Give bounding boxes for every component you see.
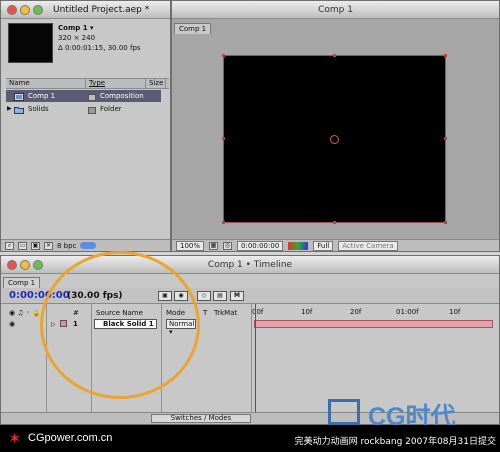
ruler-tick: 00f — [252, 308, 264, 316]
comp-info-size: 320 × 240 — [58, 34, 96, 42]
highlight-circle — [40, 251, 200, 399]
current-time-indicator[interactable] — [255, 304, 256, 412]
comp-thumbnail — [8, 23, 53, 63]
ruler-tick: 10f — [301, 308, 313, 316]
ruler-tick: 20f — [350, 308, 362, 316]
project-item-comp-type: Composition — [100, 92, 144, 100]
minimize-button[interactable] — [20, 5, 30, 15]
time-ruler[interactable]: 00f 10f 20f 01:00f 10f — [252, 304, 499, 320]
comp-info-duration: Δ 0:00:01:15, 30.00 fps — [58, 44, 141, 52]
motion-blur-icon[interactable]: M — [230, 291, 244, 301]
handle-bottom-mid[interactable] — [333, 221, 336, 224]
frame-blend-icon[interactable]: ▤ — [213, 291, 227, 301]
cg-logo-mark — [328, 399, 360, 425]
column-size[interactable]: Size — [146, 79, 166, 88]
label-swatch[interactable] — [88, 94, 96, 101]
project-item-comp-name: Comp 1 — [28, 92, 56, 100]
handle-bottom-left[interactable] — [222, 221, 225, 224]
ruler-tick: 01:00f — [396, 308, 419, 316]
safe-zones-icon[interactable]: ▦ — [209, 241, 219, 250]
layer-duration-bar[interactable] — [254, 320, 493, 328]
shy-icon[interactable]: ◇ — [197, 291, 211, 301]
comp-titlebar[interactable]: Comp 1 — [172, 1, 499, 19]
scroll-thumb[interactable] — [80, 242, 97, 249]
handle-top-mid[interactable] — [333, 54, 336, 57]
comp-title: Comp 1 — [318, 5, 353, 15]
column-trkmat[interactable]: TrkMat — [214, 309, 237, 317]
snapshot-icon[interactable]: ◎ — [223, 241, 233, 250]
project-footer: ⌕ ▭ ▣ ✕ 8 bpc — [1, 239, 170, 251]
star-icon: ✶ — [8, 429, 22, 448]
comp-footer: 100% ▦ ◎ 0:00:00:00 Full Active Camera — [172, 239, 499, 251]
watermark-banner: ✶ CGpower.com.cn 完美动力动画网 rockbang 2007年0… — [0, 425, 500, 452]
project-item-comp[interactable]: Comp 1 Composition — [6, 90, 161, 102]
project-column-header: Name Type Size — [6, 78, 169, 89]
new-folder-icon[interactable]: ▭ — [18, 241, 27, 250]
project-titlebar[interactable]: Untitled Project.aep * — [1, 1, 170, 19]
tab-timeline-comp-1[interactable]: Comp 1 — [3, 277, 41, 288]
resolution-select[interactable]: Full — [313, 240, 334, 251]
handle-mid-right[interactable] — [444, 137, 447, 140]
project-item-solids-name: Solids — [28, 105, 49, 113]
ruler-tick: 10f — [449, 308, 461, 316]
tab-comp-1[interactable]: Comp 1 — [174, 23, 212, 34]
comp-info: Comp 1 ▾ 320 × 240 Δ 0:00:01:15, 30.00 f… — [58, 23, 141, 53]
switches-modes-toggle[interactable]: Switches / Modes — [151, 414, 251, 423]
zoom-select[interactable]: 100% — [176, 240, 205, 251]
handle-top-right[interactable] — [444, 54, 447, 57]
composition-window: Comp 1 Comp 1 100% ▦ ◎ 0:00:00:00 Full A… — [171, 0, 500, 252]
camera-select[interactable]: Active Camera — [338, 240, 398, 251]
disclosure-triangle-icon[interactable]: ▶ — [7, 105, 12, 112]
find-icon[interactable]: ⌕ — [5, 241, 14, 250]
zoom-button[interactable] — [33, 5, 43, 15]
column-t: T — [203, 308, 208, 317]
column-type[interactable]: Type — [86, 79, 146, 88]
project-item-solids[interactable]: ▶ Solids Folder — [6, 103, 161, 115]
trash-icon[interactable]: ✕ — [44, 241, 53, 250]
channel-icon[interactable] — [288, 241, 309, 250]
eye-icon[interactable]: ◉ — [9, 320, 15, 328]
column-name[interactable]: Name — [6, 79, 86, 88]
handle-top-left[interactable] — [222, 54, 225, 57]
handle-mid-left[interactable] — [222, 137, 225, 140]
new-comp-icon[interactable]: ▣ — [31, 241, 40, 250]
av-switches-icon: ◉ ♫ ◦ 🔒 — [9, 308, 41, 317]
bit-depth[interactable]: 8 bpc — [57, 242, 76, 250]
close-button[interactable] — [7, 5, 17, 15]
folder-icon — [14, 107, 24, 114]
anchor-point-icon[interactable] — [330, 135, 339, 144]
comp-canvas[interactable] — [222, 54, 447, 224]
project-title: Untitled Project.aep * — [53, 5, 150, 15]
column-divider — [251, 304, 252, 412]
label-swatch[interactable] — [88, 107, 96, 114]
project-item-solids-type: Folder — [100, 105, 122, 113]
handle-bottom-right[interactable] — [444, 221, 447, 224]
comp-info-name[interactable]: Comp 1 ▾ — [58, 23, 141, 33]
project-window: Untitled Project.aep * Comp 1 ▾ 320 × 24… — [0, 0, 171, 252]
credit-text: 完美动力动画网 rockbang 2007年08月31日提交 — [294, 437, 496, 447]
composition-icon — [14, 93, 24, 101]
brand-text: CGpower.com.cn — [28, 432, 113, 444]
comp-timecode[interactable]: 0:00:00:00 — [237, 240, 284, 251]
